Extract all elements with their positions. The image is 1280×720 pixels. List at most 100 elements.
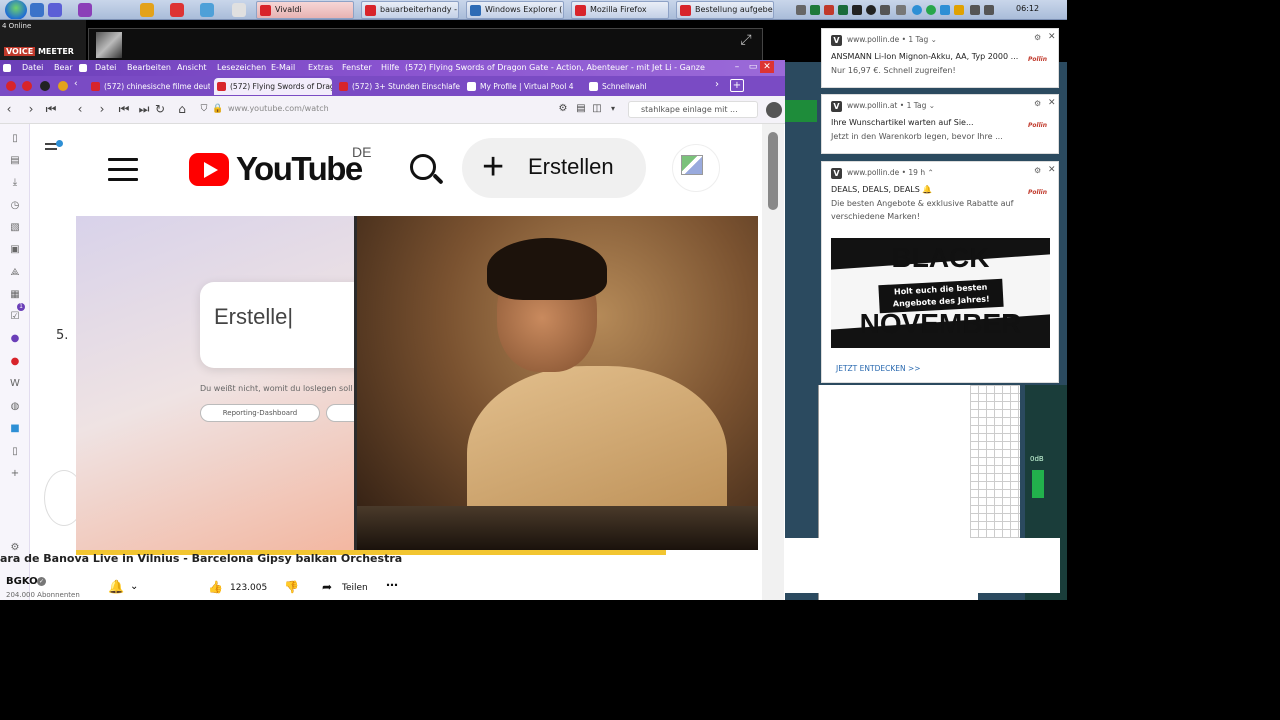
vivaldi-icon[interactable]: ●	[8, 355, 22, 369]
rewind-icon[interactable]: ⏮	[117, 102, 131, 116]
menu-datei[interactable]: Datei	[95, 63, 116, 72]
bookmarks-panel-icon[interactable]: ▯	[8, 132, 22, 146]
dropdown-icon[interactable]: ▾	[606, 102, 620, 116]
calendar-icon[interactable]: ▦	[8, 288, 22, 302]
tab-scroll-right-icon[interactable]: ›	[715, 79, 719, 90]
tray-icon[interactable]	[838, 5, 848, 15]
shield-icon[interactable]: ⛉	[197, 102, 211, 116]
tray-icon[interactable]	[796, 5, 806, 15]
menu-lesezeichen[interactable]: Lesezeichen	[217, 63, 266, 72]
forward-icon[interactable]: ›	[24, 102, 38, 116]
create-button[interactable]: + Erstellen	[462, 138, 646, 198]
gear-icon[interactable]: ⚙	[1034, 33, 1041, 42]
notification-card[interactable]: V www.pollin.de • 19 h ⌃ ⚙ ✕ DEALS, DEAL…	[821, 161, 1059, 383]
taskbar-button-bestellung[interactable]: Bestellung aufgebe...	[676, 1, 774, 19]
share-button[interactable]: ➦ Teilen	[320, 578, 376, 598]
tab-chinesische-filme[interactable]: (572) chinesische filme deut	[88, 78, 210, 95]
new-tab-button[interactable]: +	[730, 79, 744, 92]
tab-icon[interactable]	[40, 81, 50, 91]
extension-icon[interactable]: ⚙	[556, 102, 570, 116]
taskbar-button-bauarbeiterhandy[interactable]: bauarbeiterhandy - ...	[361, 1, 459, 19]
reader-icon[interactable]: ▤	[574, 102, 588, 116]
tray-icon[interactable]	[912, 5, 922, 15]
gear-icon[interactable]: ⚙	[1034, 99, 1041, 108]
tray-icon[interactable]	[880, 5, 890, 15]
close-icon[interactable]: ✕	[1048, 165, 1056, 175]
scrollbar[interactable]	[762, 124, 784, 600]
taskbar-button-vivaldi[interactable]: Vivaldi	[256, 1, 354, 19]
quicklaunch-icon-2[interactable]	[48, 3, 62, 17]
black-november-banner[interactable]: BLACK Holt euch die besten Angebote des …	[831, 238, 1050, 348]
wikipedia-icon[interactable]: W	[8, 377, 22, 391]
menu-extras[interactable]: Extras	[308, 63, 333, 72]
window-panel-icon[interactable]: ▣	[8, 243, 22, 257]
quicklaunch-icon-6[interactable]	[200, 3, 214, 17]
quicklaunch-icon-5[interactable]	[170, 3, 184, 17]
hamburger-menu-icon[interactable]	[108, 158, 138, 182]
close-icon[interactable]: ✕	[1048, 98, 1056, 108]
maximize-button[interactable]: ▭	[746, 61, 760, 73]
tab-icon[interactable]	[22, 81, 32, 91]
quicklaunch-icon-3[interactable]	[78, 3, 92, 17]
network-icon[interactable]	[970, 5, 980, 15]
menu-email[interactable]: E-Mail	[271, 63, 295, 72]
page-icon[interactable]: ▯	[8, 445, 22, 459]
lock-icon[interactable]: 🔒	[211, 102, 225, 116]
rewind-icon[interactable]: ⏮	[44, 102, 58, 116]
search-input[interactable]: stahlkape einlage mit ...	[628, 101, 758, 118]
youtube-wordmark[interactable]: YouTube	[236, 150, 363, 188]
notification-bell-button[interactable]: 🔔 ⌄	[104, 578, 144, 600]
menu-fenster[interactable]: Fenster	[342, 63, 372, 72]
notification-card[interactable]: V www.pollin.at • 1 Tag ⌄ ⚙ ✕ Ihre Wunsc…	[821, 94, 1059, 154]
tray-icon[interactable]	[824, 5, 834, 15]
web-panel-icon[interactable]: ◍	[8, 400, 22, 414]
bookmark-icon[interactable]: ◫	[590, 102, 604, 116]
gear-icon[interactable]: ⚙	[1034, 166, 1041, 175]
close-button[interactable]: ✕	[760, 61, 774, 73]
back-icon[interactable]: ‹	[2, 102, 16, 116]
menu-bearbeiten[interactable]: Bearbeiten	[127, 63, 171, 72]
reading-list-icon[interactable]: ▤	[8, 154, 22, 168]
fast-forward-icon[interactable]: ⏭	[137, 102, 151, 116]
translate-icon[interactable]: ⟁	[8, 266, 22, 280]
like-button[interactable]: 👍 123.005	[206, 578, 272, 598]
tab-icon[interactable]	[58, 81, 68, 91]
downloads-icon[interactable]: ⤓	[8, 176, 22, 190]
settings-icon[interactable]: ⚙	[8, 541, 22, 555]
menu-bearbeiten-truncated[interactable]: Bear	[54, 63, 73, 72]
tab-scroll-left-icon[interactable]: ‹	[74, 79, 78, 89]
channel-name[interactable]: BGKO	[6, 576, 38, 587]
notification-card[interactable]: V www.pollin.de • 1 Tag ⌄ ⚙ ✕ ANSMANN Li…	[821, 28, 1059, 88]
tray-icon[interactable]	[810, 5, 820, 15]
back-icon[interactable]: ‹	[73, 102, 87, 116]
fullscreen-icon[interactable]: ⤢	[738, 32, 754, 48]
url-field[interactable]: www.youtube.com/watch	[228, 104, 329, 113]
quicklaunch-icon-4[interactable]	[140, 3, 154, 17]
start-button[interactable]	[5, 0, 27, 19]
account-avatar[interactable]	[672, 144, 720, 192]
tray-icon[interactable]	[926, 5, 936, 15]
tab-einschlafen[interactable]: (572) 3+ Stunden Einschlafe	[336, 78, 460, 95]
tab-icon[interactable]	[6, 81, 16, 91]
menu-ansicht[interactable]: Ansicht	[177, 63, 207, 72]
quicklaunch-icon-1[interactable]	[30, 3, 44, 17]
tray-icon[interactable]	[896, 5, 906, 15]
close-icon[interactable]: ✕	[1048, 32, 1056, 42]
discover-link[interactable]: JETZT ENTDECKEN >>	[836, 364, 921, 373]
tray-icon[interactable]	[866, 5, 876, 15]
web-panel-icon[interactable]: ■	[8, 422, 22, 436]
tab-schnellwahl[interactable]: Schnellwahl	[586, 78, 686, 95]
search-icon[interactable]	[408, 152, 444, 188]
volume-icon[interactable]	[984, 5, 994, 15]
vivaldi-menu-icon[interactable]	[79, 64, 87, 72]
notes-icon[interactable]: ▧	[8, 221, 22, 235]
menu-datei[interactable]: Datei	[22, 63, 43, 72]
clock[interactable]: 06:12	[1016, 4, 1039, 13]
taskbar-button-windows-explorer[interactable]: Windows Explorer (...	[466, 1, 564, 19]
quicklaunch-icon-7[interactable]	[232, 3, 246, 17]
add-panel-icon[interactable]: +	[8, 467, 22, 481]
history-icon[interactable]: ◷	[8, 199, 22, 213]
menu-icon[interactable]	[45, 140, 65, 154]
reload-icon[interactable]: ↻	[153, 102, 167, 116]
tab-virtual-pool[interactable]: My Profile | Virtual Pool 4	[464, 78, 582, 95]
